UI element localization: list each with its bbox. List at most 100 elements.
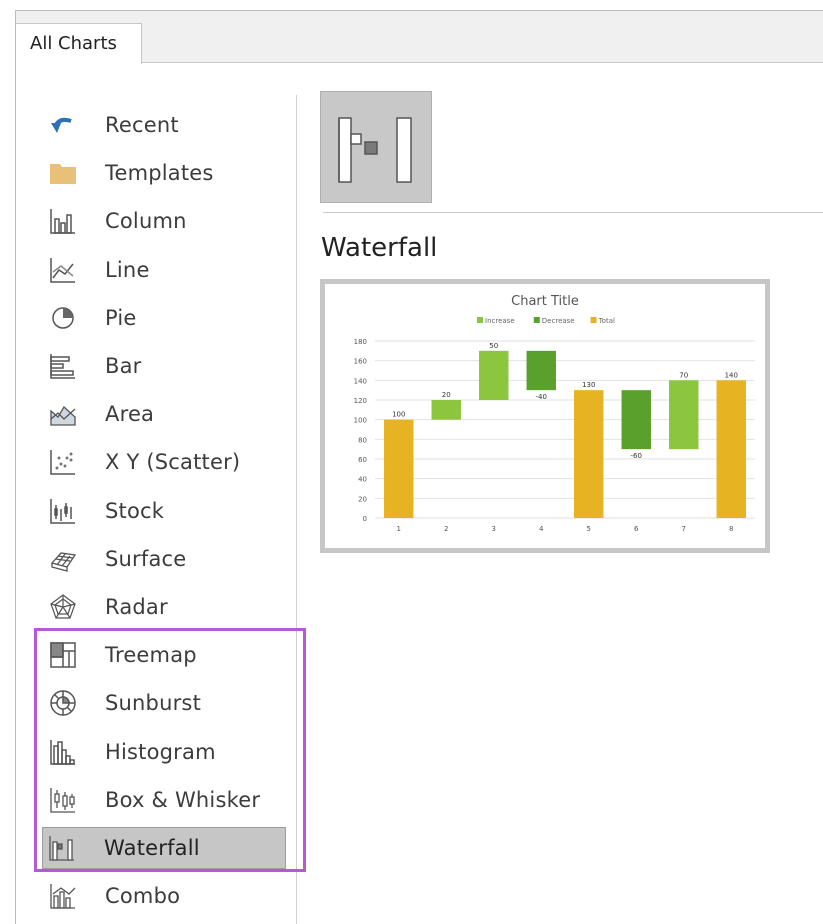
legend-swatch [590, 317, 597, 323]
combo-chart-icon [48, 881, 78, 911]
waterfall-bar [716, 380, 746, 518]
sidebar-item-label: Recent [105, 113, 179, 137]
surface-chart-icon [48, 544, 78, 574]
histogram-chart-icon [48, 737, 78, 767]
y-tick-label: 0 [363, 515, 367, 523]
sidebar-item-sunburst[interactable]: Sunburst [44, 684, 284, 722]
column-chart-icon [48, 206, 78, 236]
sidebar-item-x-y-scatter[interactable]: X Y (Scatter) [44, 443, 284, 481]
waterfall-bar [669, 380, 699, 450]
sidebar-item-label: Column [105, 209, 187, 234]
y-tick-label: 100 [354, 417, 367, 425]
legend-label: Total [598, 317, 615, 325]
sidebar-item-bar[interactable]: Bar [44, 347, 284, 385]
y-tick-label: 140 [354, 377, 367, 385]
chart-title: Chart Title [511, 294, 579, 309]
x-tick-label: 4 [539, 525, 544, 533]
sidebar-item-treemap[interactable]: Treemap [44, 636, 284, 674]
sidebar-item-label: Waterfall [104, 836, 200, 860]
sidebar-divider [296, 95, 297, 924]
radar-chart-icon [48, 592, 78, 622]
legend-swatch [477, 317, 483, 323]
box-whisker-chart-icon [48, 785, 78, 815]
waterfall-bar [526, 350, 556, 391]
sidebar-item-column[interactable]: Column [44, 202, 284, 240]
legend-label: Decrease [542, 317, 575, 325]
y-tick-label: 20 [358, 495, 367, 503]
sidebar-item-label: Box & Whisker [105, 787, 261, 812]
undo-arrow-icon [48, 110, 78, 140]
sidebar-item-box-whisker[interactable]: Box & Whisker [44, 781, 284, 819]
legend-label: Increase [485, 317, 515, 325]
waterfall-chart-icon [47, 833, 77, 863]
sidebar-item-recent[interactable]: Recent [44, 106, 284, 144]
data-label: 50 [489, 342, 498, 350]
data-label: 140 [725, 371, 738, 379]
treemap-chart-icon [48, 640, 78, 670]
chart-dialog: All Charts Recent Templates Column Line Pie B… [15, 10, 823, 924]
tab-all-charts[interactable]: All Charts [16, 23, 142, 64]
sidebar-item-label: Pie [105, 305, 137, 330]
sidebar-item-label: Area [105, 402, 155, 427]
data-label: -60 [631, 452, 642, 460]
sidebar-item-label: Surface [105, 546, 187, 571]
scatter-chart-icon [48, 447, 78, 477]
waterfall-bar [621, 390, 651, 450]
waterfall-chart-icon [338, 117, 412, 183]
data-label: 20 [442, 391, 451, 399]
sidebar-item-templates[interactable]: Templates [44, 154, 284, 192]
bar-chart-icon [48, 351, 78, 381]
waterfall-bar [574, 390, 604, 518]
tab-strip: All Charts [16, 11, 823, 64]
waterfall-chart: Chart Title Increase Decrease Total 0 20 40 60 8… [354, 294, 755, 533]
waterfall-bar [384, 419, 414, 518]
sidebar-item-waterfall[interactable]: Waterfall [42, 827, 286, 869]
sidebar-item-histogram[interactable]: Histogram [44, 733, 284, 771]
sidebar-item-combo[interactable]: Combo [44, 877, 284, 915]
sidebar-item-label: Line [105, 257, 150, 282]
stock-chart-icon [48, 496, 78, 526]
x-tick-label: 5 [587, 525, 591, 533]
folder-icon [48, 158, 78, 188]
pie-chart-icon [48, 303, 78, 333]
y-tick-label: 60 [358, 456, 367, 464]
x-tick-label: 3 [492, 525, 496, 533]
x-tick-label: 8 [729, 525, 733, 533]
sidebar-item-label: Histogram [105, 739, 216, 764]
sidebar-item-stock[interactable]: Stock [44, 492, 284, 530]
y-tick-label: 80 [358, 436, 367, 444]
section-divider [323, 212, 823, 213]
sidebar-item-label: Combo [105, 884, 181, 909]
x-tick-label: 7 [682, 525, 686, 533]
sidebar-item-label: Radar [105, 595, 168, 619]
sunburst-chart-icon [48, 688, 78, 718]
data-label: 130 [582, 381, 595, 389]
sidebar-item-line[interactable]: Line [44, 251, 284, 289]
data-label: 70 [679, 371, 688, 379]
sidebar-item-area[interactable]: Area [44, 395, 284, 433]
sidebar-item-radar[interactable]: Radar [44, 588, 284, 626]
legend-swatch [533, 317, 540, 323]
selected-chart-type-title: Waterfall [321, 233, 438, 263]
sidebar-item-label: Templates [105, 161, 214, 186]
line-chart-icon [48, 255, 78, 285]
sidebar-item-pie[interactable]: Pie [44, 299, 284, 337]
waterfall-bar [479, 350, 509, 400]
sidebar-item-label: Stock [105, 498, 165, 523]
y-tick-label: 180 [354, 338, 367, 346]
y-tick-label: 120 [354, 397, 367, 405]
waterfall-subtype-thumbnail[interactable] [320, 91, 432, 203]
sidebar-item-label: Treemap [105, 643, 197, 668]
y-tick-label: 160 [354, 358, 367, 366]
sidebar-item-label: Bar [105, 354, 142, 378]
waterfall-bar [431, 400, 461, 420]
y-tick-label: 40 [358, 476, 367, 484]
data-label: -40 [536, 393, 547, 401]
sidebar-item-surface[interactable]: Surface [44, 540, 284, 578]
x-tick-label: 1 [397, 525, 401, 533]
sidebar-item-label: X Y (Scatter) [105, 450, 241, 475]
x-tick-label: 2 [444, 525, 448, 533]
chart-preview[interactable]: Chart Title Increase Decrease Total 0 20 40 60 8… [320, 279, 770, 553]
area-chart-icon [48, 399, 78, 429]
x-tick-label: 6 [634, 525, 639, 533]
